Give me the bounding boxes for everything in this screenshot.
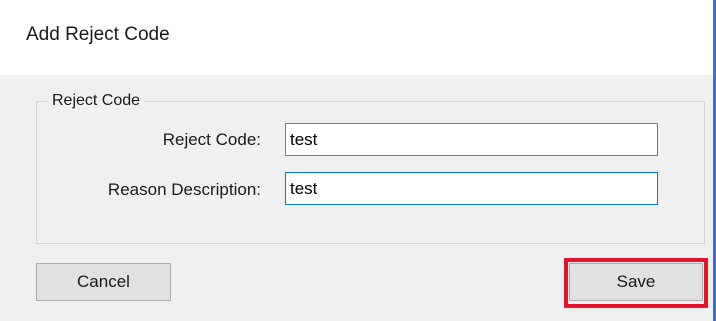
- reason-description-label: Reason Description:: [107, 180, 261, 199]
- reject-code-groupbox: Reject Code: [36, 92, 705, 244]
- reason-description-input[interactable]: [285, 172, 658, 205]
- save-button[interactable]: Save: [569, 263, 703, 301]
- reject-code-input[interactable]: [285, 123, 658, 156]
- groupbox-label: Reject Code: [52, 92, 141, 109]
- add-reject-code-dialog: Add Reject Code Reject Code Reject Code:…: [0, 0, 716, 321]
- reject-code-label: Reject Code:: [162, 130, 261, 149]
- cancel-button[interactable]: Cancel: [36, 263, 171, 301]
- dialog-title: Add Reject Code: [26, 24, 170, 45]
- dialog-titlebar: Add Reject Code: [0, 0, 713, 75]
